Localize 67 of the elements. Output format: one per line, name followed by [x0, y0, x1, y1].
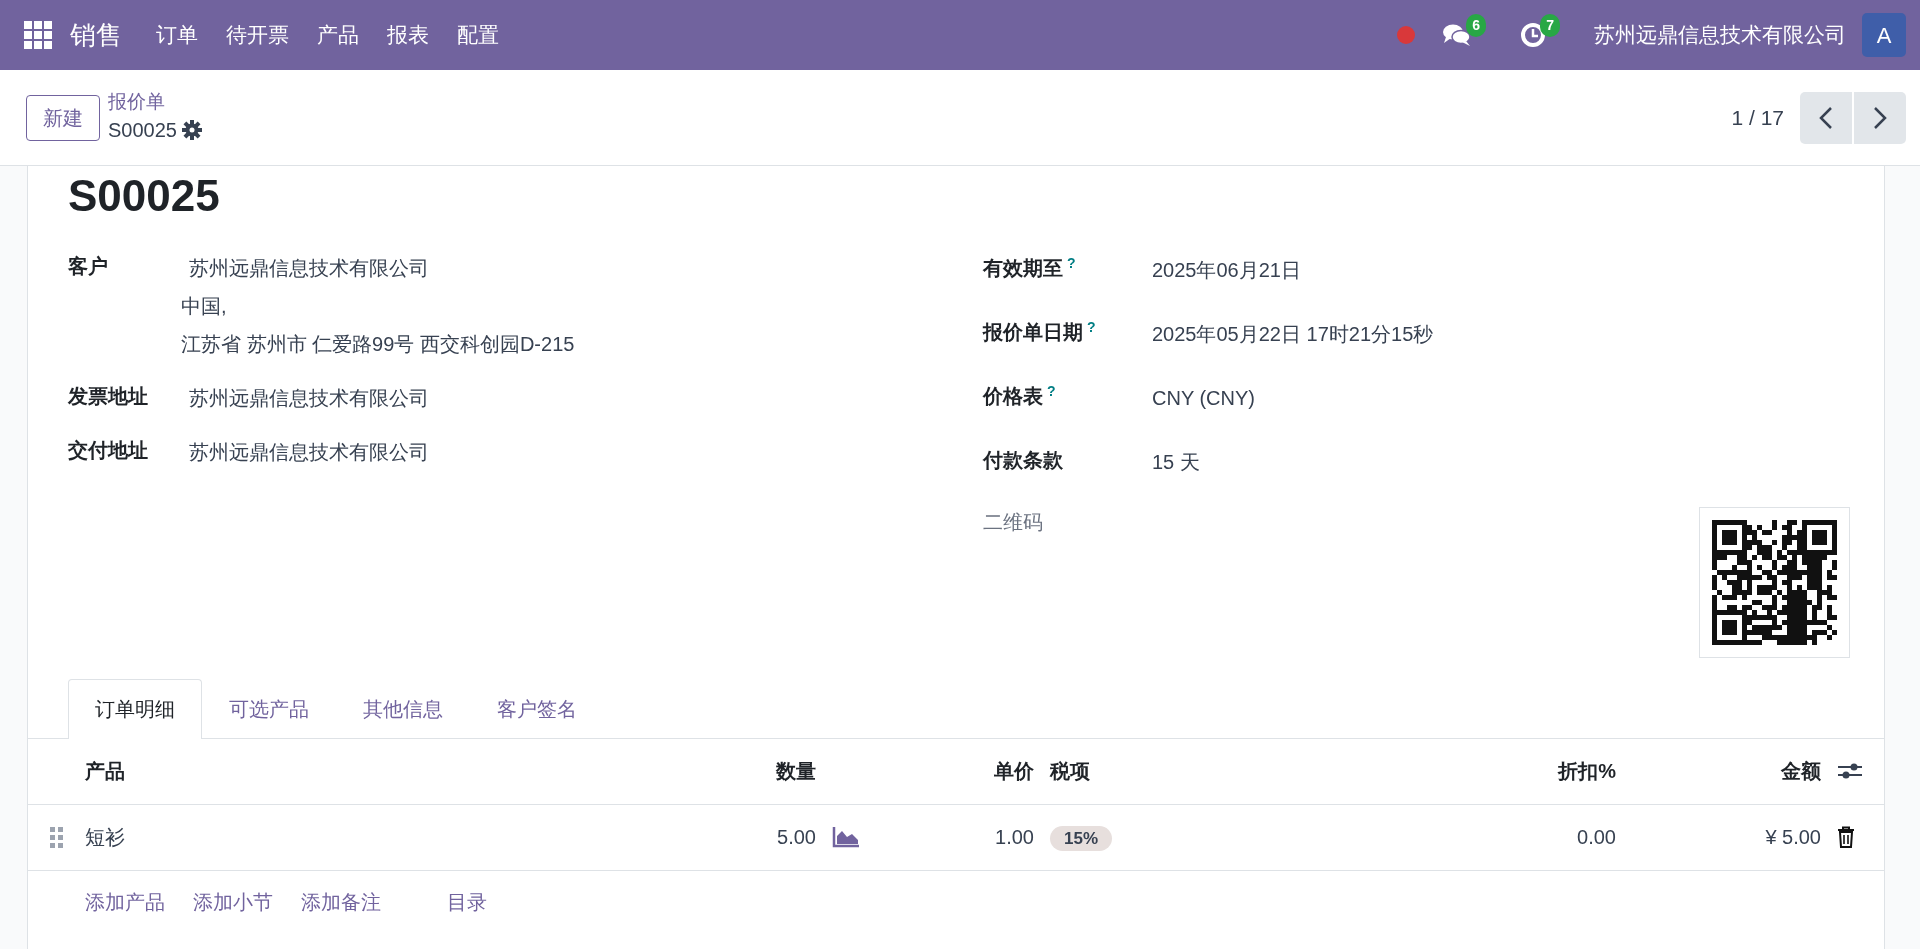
add-line-link[interactable]: 添加产品 [85, 886, 165, 917]
help-icon[interactable]: ? [1067, 254, 1076, 271]
field-label: 有效期至 [983, 257, 1063, 280]
previous-button[interactable] [1800, 91, 1852, 144]
field-value: 2025年05月22日 17时21分15秒 [1152, 321, 1434, 347]
tax-tag: 15% [1050, 826, 1113, 852]
trash-icon[interactable] [1837, 826, 1855, 849]
next-button[interactable] [1854, 91, 1906, 144]
tab[interactable]: 可选产品 [202, 678, 336, 738]
chat-count-badge: 6 [1466, 14, 1486, 37]
quantity-cell-text: 5.00 [776, 825, 816, 851]
drag-handle-icon[interactable] [50, 826, 63, 848]
field-link[interactable]: 苏州远鼎信息技术有限公司 [189, 252, 575, 283]
record-name: S00025 [108, 117, 177, 143]
field-value: 15 天 [1152, 449, 1200, 475]
field-label: 二维码 [983, 509, 1043, 535]
menu-item[interactable]: 订单 [142, 19, 212, 51]
menu-item[interactable]: 配置 [443, 19, 513, 51]
field-value: 2025年06月21日 [1152, 257, 1301, 283]
field-label: 发票地址 [68, 383, 149, 409]
user-avatar[interactable]: A [1862, 13, 1906, 57]
menu-item[interactable]: 待开票 [212, 19, 303, 51]
activity-count-badge: 7 [1540, 14, 1560, 37]
record-title: S00025 [67, 170, 221, 222]
pager-value[interactable]: 1 / 17 [1731, 101, 1784, 134]
menu-item[interactable]: 产品 [303, 19, 373, 51]
discount-cell-text: 0.00 [1576, 825, 1616, 851]
field-label: 交付地址 [68, 437, 149, 463]
column-header: 产品 [85, 759, 126, 785]
area-chart-icon[interactable] [832, 826, 860, 849]
app-name[interactable]: 销售 [52, 15, 142, 55]
column-header: 金额 [1780, 759, 1821, 785]
settings-icon[interactable] [180, 118, 203, 141]
new-button[interactable]: 新建 [26, 94, 100, 141]
column-header: 税项 [1048, 759, 1091, 785]
chat-icon[interactable] [1442, 22, 1472, 48]
column-header: 数量 [775, 759, 816, 785]
clock-icon[interactable] [1520, 22, 1546, 48]
add-line-link[interactable]: 添加小节 [193, 886, 273, 917]
company-name[interactable]: 苏州远鼎信息技术有限公司 [1594, 19, 1846, 51]
add-line-link[interactable]: 目录 [447, 886, 487, 917]
address-line: 江苏省 苏州市 仁爱路99号 西交科创园D-215 [181, 331, 575, 357]
amount-cell-text: ¥ 5.00 [1764, 825, 1821, 851]
menu-item[interactable]: 报表 [373, 19, 443, 51]
product-cell-text: 短衫 [85, 825, 126, 851]
field-label: 客户 [68, 253, 109, 279]
chevron-right-icon [1873, 105, 1887, 130]
apps-menu-icon[interactable] [24, 21, 52, 49]
field-label: 价格表 [983, 385, 1043, 408]
breadcrumb-link[interactable]: 报价单 [108, 90, 203, 115]
unit-price-cell-text: 1.00 [994, 825, 1034, 851]
field-label: 报价单日期 [983, 321, 1083, 344]
chevron-left-icon [1819, 105, 1833, 130]
column-header: 折扣% [1556, 759, 1616, 785]
field-link[interactable]: 苏州远鼎信息技术有限公司 [189, 382, 429, 413]
tab[interactable]: 客户签名 [470, 678, 604, 738]
add-line-link[interactable]: 添加备注 [301, 886, 381, 917]
column-header: 单价 [993, 759, 1034, 785]
help-icon[interactable]: ? [1087, 318, 1096, 335]
status-dot-icon [1396, 25, 1416, 45]
field-label: 付款条款 [983, 448, 1063, 471]
field-value: CNY (CNY) [1152, 385, 1255, 411]
address-line: 中国, [181, 293, 228, 319]
help-icon[interactable]: ? [1047, 382, 1056, 399]
field-link[interactable]: 苏州远鼎信息技术有限公司 [189, 436, 429, 467]
tab[interactable]: 订单明细 [68, 678, 202, 739]
tab[interactable]: 其他信息 [336, 678, 470, 738]
